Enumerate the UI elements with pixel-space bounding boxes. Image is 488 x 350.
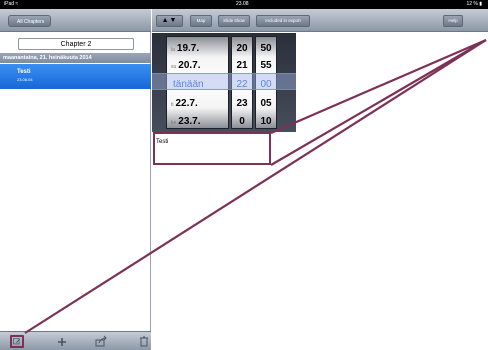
minute-row[interactable]: 10 [256,114,276,130]
annotation-highlight-box [153,132,271,165]
carrier-label: iPad ≈ [4,1,19,7]
slide-show-button[interactable]: Slide show [218,15,250,27]
left-nav-bar: All Chapters [0,9,151,32]
all-chapters-back-button[interactable]: All Chapters [8,15,52,27]
chapter-title-field[interactable]: Chapter 2 [18,38,134,50]
minute-row[interactable]: 50 [256,41,276,57]
minute-row[interactable]: 55 [256,58,276,74]
bottom-toolbar [0,331,151,350]
annotation-line-upper [270,38,487,135]
share-icon[interactable] [94,335,108,348]
help-button[interactable]: Help [443,15,463,27]
note-title: Testi [17,69,31,75]
status-bar: iPad ≈ 23.08 12 % ▮ [0,0,488,9]
date-section-header: maanantaina, 21. heinäkuuta 2014 [0,53,151,63]
plus-icon[interactable] [55,335,69,348]
battery-indicator: 12 % ▮ [466,1,482,7]
picker-selection-band [152,73,296,90]
annotation-line-middle [270,39,487,166]
note-time: 23.08.04 [17,77,33,82]
chapter-notes-pane: All Chapters Chapter 2 maanantaina, 21. … [0,9,151,350]
date-row[interactable]: ti 22.7. [167,96,228,112]
date-time-picker[interactable]: la 19.7. su 20.7. tänään ti 22.7. ke 23.7. 2… [152,33,296,132]
prev-next-arrows[interactable]: ▲▼ [156,15,183,27]
date-row[interactable]: ke 23.7. [167,114,228,130]
note-list-item[interactable]: Testi 23.08.04 [0,64,151,89]
hour-row[interactable]: 21 [232,58,252,74]
minute-row[interactable]: 05 [256,96,276,112]
hour-row[interactable]: 0 [232,114,252,130]
compose-icon[interactable] [10,335,24,348]
date-row[interactable]: la 19.7. [167,41,228,57]
hour-row[interactable]: 20 [232,41,252,57]
trash-icon[interactable] [137,335,151,348]
date-row[interactable]: su 20.7. [167,58,228,74]
map-button[interactable]: Map [190,15,212,27]
detail-nav-bar: ▲▼ Map Slide show Included in export Hel… [152,9,488,32]
hour-row[interactable]: 23 [232,96,252,112]
clock: 23.08 [236,1,249,7]
included-in-export-button[interactable]: Included in export [256,15,310,27]
